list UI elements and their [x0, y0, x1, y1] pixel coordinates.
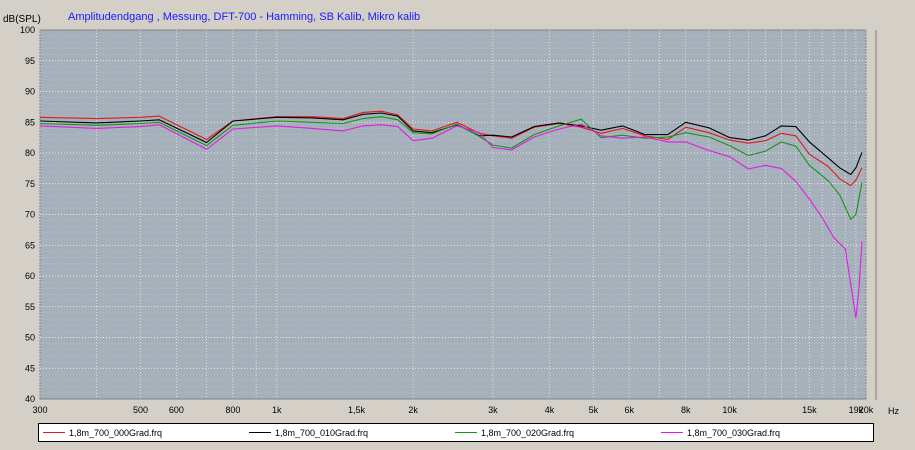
y-tick-label: 95 — [25, 56, 35, 66]
legend-label: 1,8m_700_020Grad.frq — [481, 427, 575, 438]
legend-item: 1,8m_700_030Grad.frq — [661, 424, 780, 441]
y-tick-label: 75 — [25, 179, 35, 189]
y-tick-label: 60 — [25, 271, 35, 281]
x-tick-label: 1k — [272, 405, 282, 415]
x-tick-label: 600 — [169, 405, 184, 415]
legend-swatch — [43, 432, 65, 433]
x-tick-label: 2k — [408, 405, 418, 415]
x-tick-label: 15k — [802, 405, 817, 415]
legend-label: 1,8m_700_000Grad.frq — [69, 427, 163, 438]
y-tick-label: 55 — [25, 302, 35, 312]
legend-label: 1,8m_700_010Grad.frq — [275, 427, 369, 438]
x-tick-label: 5k — [589, 405, 599, 415]
x-axis-label: Hz — [888, 406, 899, 416]
y-tick-label: 80 — [25, 148, 35, 158]
y-tick-label: 50 — [25, 333, 35, 343]
x-tick-labels: 300 500 600 800 1k 1,5k 2k 3k 4k 5k 6k 8k 10k 15k 19k2… — [32, 405, 873, 415]
y-tick-label: 40 — [25, 394, 35, 404]
x-tick-label: 6k — [624, 405, 634, 415]
x-tick-label: 500 — [133, 405, 148, 415]
y-tick-labels: 100 95 90 85 80 75 70 65 60 55 50 45 40 — [20, 25, 35, 404]
y-tick-label: 45 — [25, 363, 35, 373]
y-tick-label: 100 — [20, 25, 35, 35]
y-axis-label: dB(SPL) — [3, 14, 41, 25]
x-tick-label: 8k — [681, 405, 691, 415]
x-tick-label: 300 — [32, 405, 47, 415]
x-tick-label: 10k — [722, 405, 737, 415]
legend-label: 1,8m_700_030Grad.frq — [687, 427, 781, 438]
chart: Amplitudendgang , Messung, DFT-700 - Ham… — [3, 11, 899, 416]
legend-item: 1,8m_700_020Grad.frq — [455, 424, 574, 441]
chart-title: Amplitudendgang , Messung, DFT-700 - Ham… — [68, 11, 420, 23]
x-tick-label: 1,5k — [348, 405, 366, 415]
legend-swatch — [661, 432, 683, 433]
y-tick-label: 65 — [25, 240, 35, 250]
x-tick-label: 4k — [545, 405, 555, 415]
y-tick-label: 70 — [25, 210, 35, 220]
x-tick-label: 800 — [225, 405, 240, 415]
legend-swatch — [455, 432, 477, 433]
x-tick-label: 20k — [859, 405, 874, 415]
legend-item: 1,8m_700_010Grad.frq — [249, 424, 368, 441]
legend-item: 1,8m_700_000Grad.frq — [43, 424, 162, 441]
legend: 1,8m_700_000Grad.frq 1,8m_700_010Grad.frq… — [38, 423, 874, 442]
legend-swatch — [249, 432, 271, 433]
y-tick-label: 90 — [25, 87, 35, 97]
x-tick-label: 3k — [488, 405, 498, 415]
y-tick-label: 85 — [25, 117, 35, 127]
